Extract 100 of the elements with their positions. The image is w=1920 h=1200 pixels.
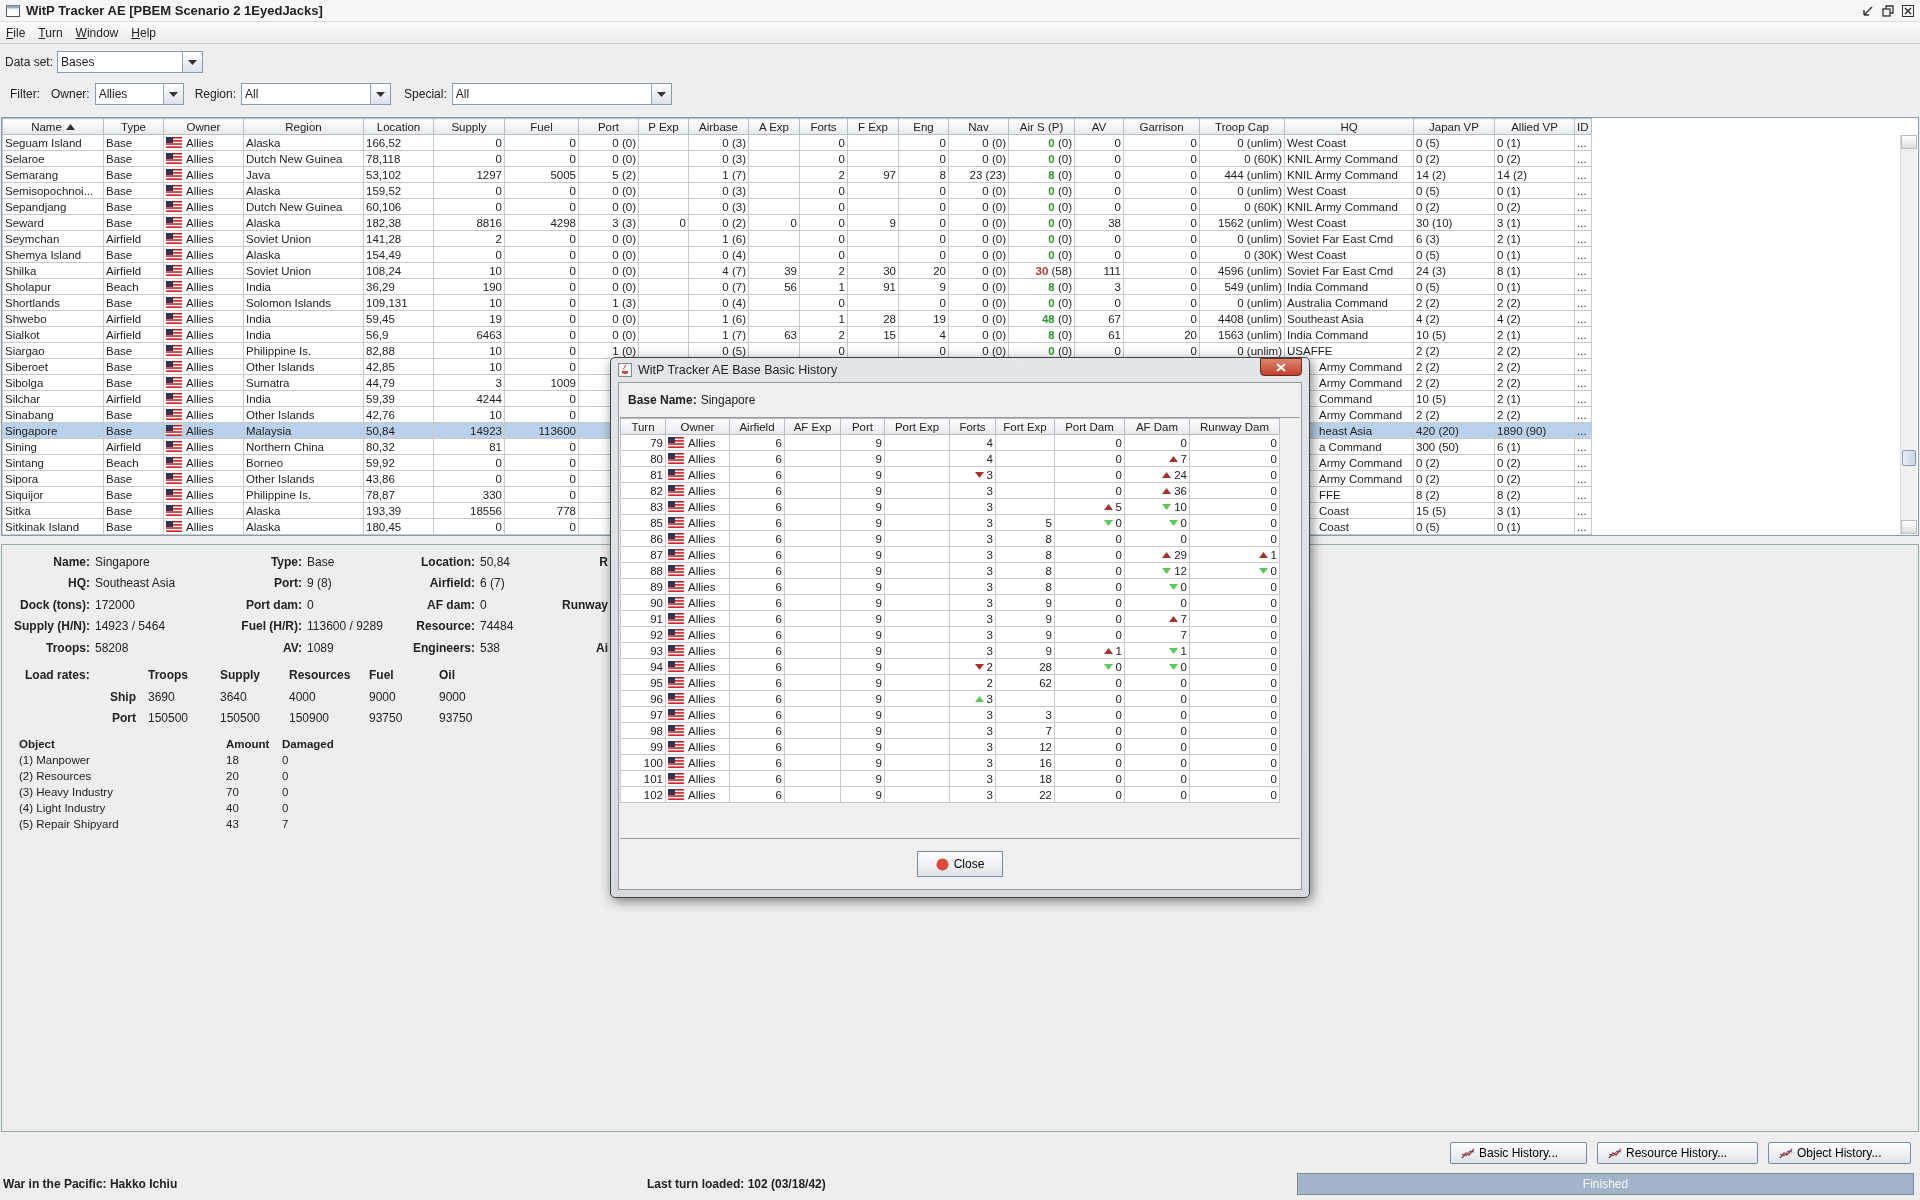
table-cell-text: (1) Manpower (19, 753, 91, 766)
column-header[interactable]: Runway Dam (1189, 418, 1280, 435)
table-cell: 9 (939, 280, 946, 293)
table-cell: 10 (489, 264, 502, 277)
table-cell: 0 (569, 360, 576, 373)
table-cell: Alaska (246, 504, 281, 517)
column-header[interactable]: Port Exp (884, 418, 950, 435)
field-value: 0 (307, 597, 314, 612)
column-header[interactable]: Troop Cap (1199, 118, 1285, 135)
dropdown[interactable]: Allies (94, 83, 184, 105)
table-cell: 9 (875, 756, 882, 769)
table-cell: Borneo (246, 456, 284, 469)
vertical-scrollbar[interactable] (1900, 135, 1917, 534)
table-cell: Australia Command (1287, 296, 1388, 309)
restore-icon[interactable] (1882, 4, 1894, 17)
field-value: 172000 (95, 597, 136, 612)
table-cell: 0 (1115, 692, 1122, 705)
table-cell: ... (1577, 472, 1587, 485)
minimize-icon[interactable] (1862, 4, 1874, 17)
column-header[interactable]: Air S (P) (1008, 118, 1075, 135)
column-header[interactable]: Garrison (1123, 118, 1200, 135)
menu-item[interactable]: Help (131, 25, 156, 40)
table-cell: 2 (838, 328, 845, 341)
column-header[interactable]: F Exp (847, 118, 899, 135)
column-header[interactable]: Supply (433, 118, 505, 135)
table-cell: 0 (4) (722, 248, 746, 261)
table-cell: 0 (1180, 596, 1187, 609)
flag-icon (166, 248, 182, 260)
table-cell: 6 (775, 548, 782, 561)
dropdown[interactable]: All (241, 83, 392, 105)
table-cell: Base (106, 216, 133, 229)
table-cell: 109,131 (366, 296, 408, 309)
flag-icon (668, 500, 684, 512)
column-header[interactable]: P Exp (638, 118, 689, 135)
table-cell: 1 (6) (722, 232, 746, 245)
column-header[interactable]: Port (578, 118, 639, 135)
table-cell: ... (1577, 520, 1587, 533)
column-header[interactable]: Fuel (504, 118, 579, 135)
column-header[interactable]: Port (840, 418, 885, 435)
table-cell: 6 (775, 708, 782, 721)
table-cell: 9 (875, 676, 882, 689)
column-header[interactable]: Forts (949, 418, 996, 435)
dropdown[interactable]: Bases (57, 51, 204, 73)
table-cell: 0 (0) (982, 216, 1006, 229)
column-header[interactable]: Airfield (729, 418, 785, 435)
column-header[interactable]: HQ (1284, 118, 1414, 135)
flag-icon (166, 216, 182, 228)
table-cell: Allies (186, 344, 214, 357)
column-header[interactable]: Nav (948, 118, 1009, 135)
table-cell: 0 (569, 328, 576, 341)
column-header[interactable]: Owner (665, 418, 730, 435)
table-cell: Seguam Island (5, 136, 82, 149)
table-cell: 0 (838, 344, 845, 357)
history-button[interactable]: Object History... (1768, 1142, 1911, 1164)
table-cell: 23 (23) (969, 168, 1006, 181)
column-header[interactable]: Turn (620, 418, 666, 435)
history-button[interactable]: Resource History... (1597, 1142, 1758, 1164)
menu-item[interactable]: Window (75, 25, 119, 40)
table-cell: Army Command (1319, 360, 1403, 373)
table-cell: 9 (875, 516, 882, 529)
table-cell: 1009 (550, 376, 576, 389)
table-cell: 19 (489, 312, 502, 325)
column-header[interactable]: Port Dam (1054, 418, 1125, 435)
column-header[interactable]: Region (243, 118, 364, 135)
column-header[interactable]: Owner (163, 118, 244, 135)
column-header[interactable]: AF Exp (784, 418, 841, 435)
close-button[interactable]: Close (917, 851, 1003, 877)
column-header[interactable]: Type (103, 118, 164, 135)
close-icon[interactable] (1902, 4, 1914, 17)
column-header[interactable]: Eng (898, 118, 949, 135)
column-header[interactable]: Forts (799, 118, 848, 135)
column-header[interactable]: Airbase (688, 118, 749, 135)
menu-item[interactable]: Turn (38, 25, 63, 40)
menu-item[interactable]: File (6, 25, 26, 40)
column-header[interactable]: Name (2, 118, 104, 135)
table-cell: Shemya Island (5, 248, 82, 261)
column-header[interactable]: AV (1074, 118, 1124, 135)
table-cell: Allies (186, 264, 214, 277)
flag-icon (668, 452, 684, 464)
table-cell: 0 (1270, 468, 1277, 481)
history-button[interactable]: Basic History... (1450, 1142, 1587, 1164)
close-button[interactable] (1260, 358, 1302, 376)
dropdown[interactable]: All (451, 83, 672, 105)
table-cell: 0 (0) (612, 136, 636, 149)
table-cell: 0 (569, 296, 576, 309)
table-cell: 4408 (unlim) (1218, 312, 1282, 325)
column-header[interactable]: A Exp (748, 118, 800, 135)
table-cell-text: 7 (282, 817, 290, 830)
table-cell: 420 (20) (1416, 424, 1459, 437)
column-header[interactable]: Fort Exp (995, 418, 1055, 435)
column-header[interactable]: Location (363, 118, 434, 135)
table-cell: India (246, 312, 271, 325)
column-header[interactable]: AF Dam (1124, 418, 1190, 435)
column-header[interactable]: Japan VP (1413, 118, 1495, 135)
table-cell: KNIL Army Command (1287, 200, 1398, 213)
table-cell: 53,102 (366, 168, 402, 181)
column-header[interactable]: Allied VP (1494, 118, 1575, 135)
table-cell: 102 (643, 788, 663, 801)
table-cell: Allies (186, 520, 214, 533)
table-cell: 0 (495, 184, 502, 197)
